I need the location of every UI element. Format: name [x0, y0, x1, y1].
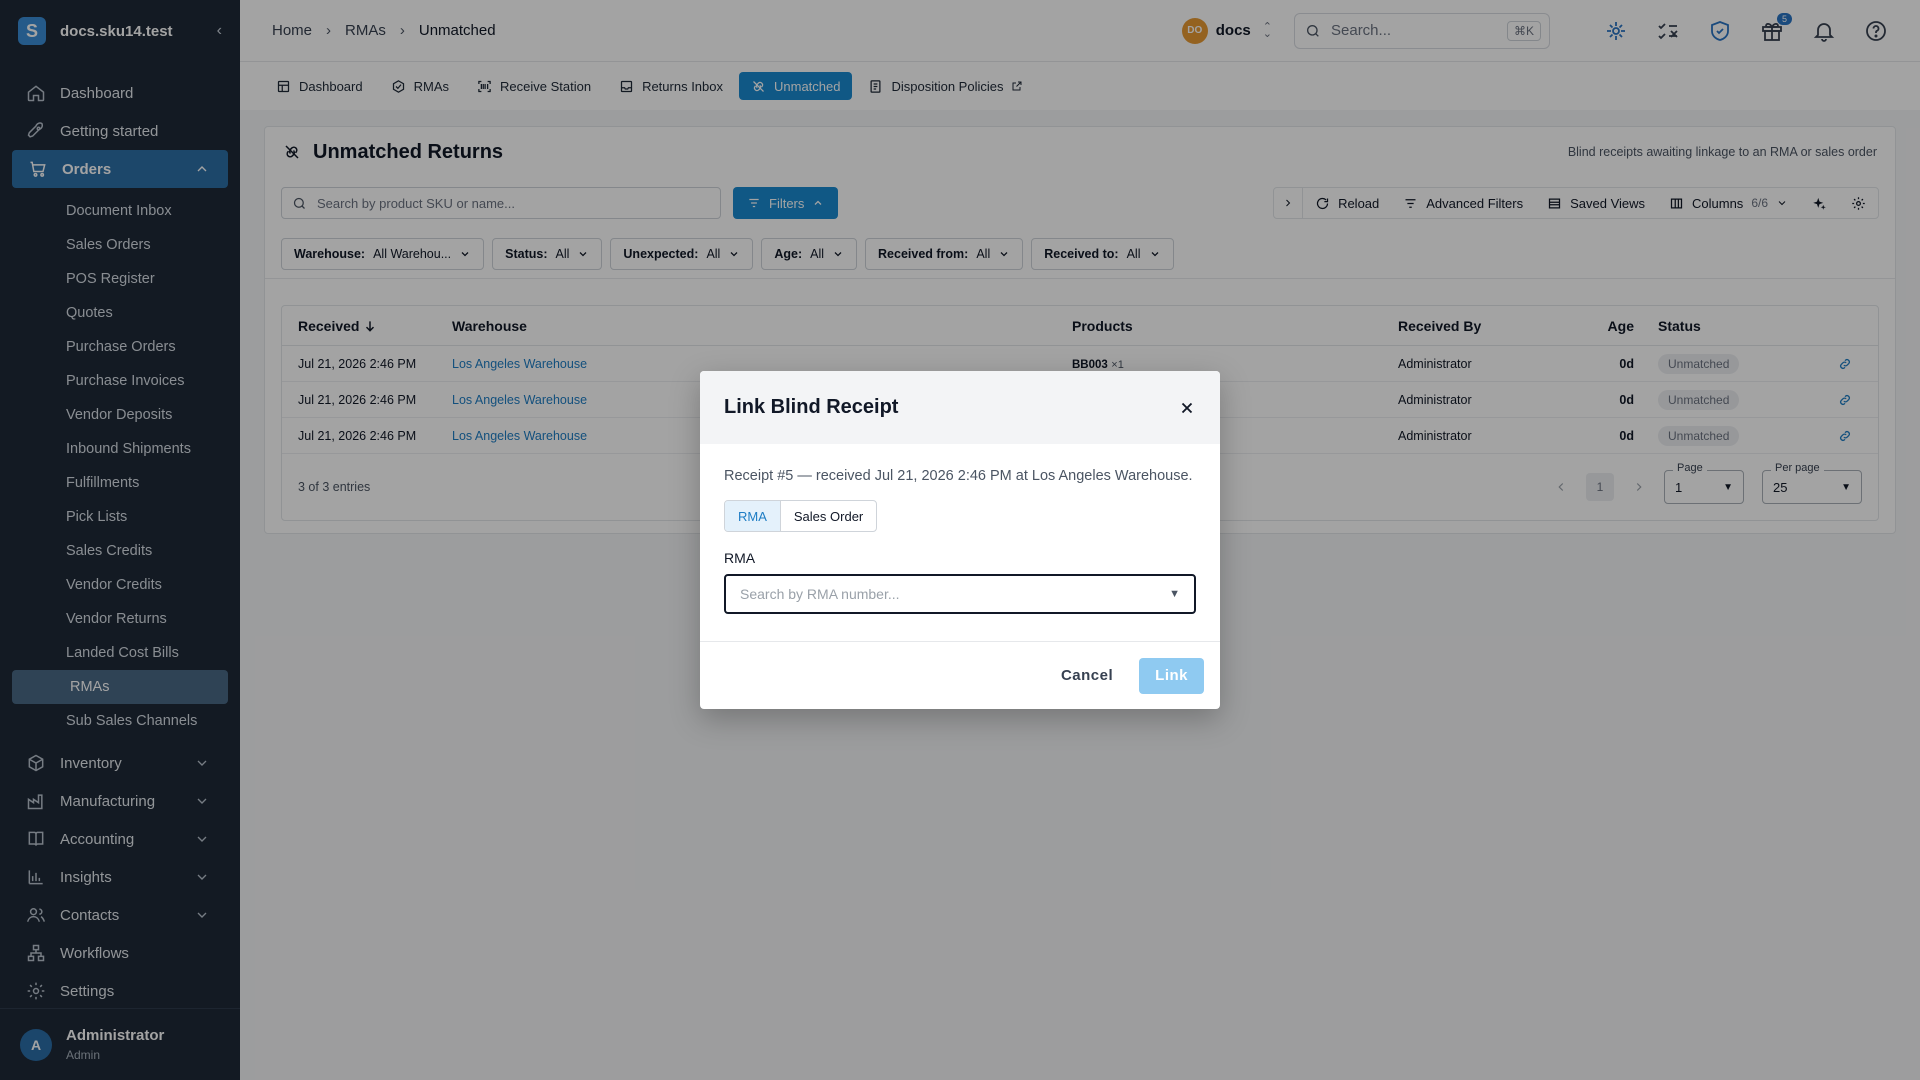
link-target-toggle: RMA Sales Order: [724, 500, 878, 532]
dialog-body: Receipt #5 — received Jul 21, 2026 2:46 …: [700, 444, 1220, 614]
dialog-footer: Cancel Link: [700, 641, 1220, 709]
cancel-button[interactable]: Cancel: [1053, 659, 1121, 692]
rma-field-label: RMA: [724, 550, 756, 566]
close-icon[interactable]: [1178, 399, 1196, 417]
link-button[interactable]: Link: [1139, 657, 1204, 694]
rma-search-placeholder: Search by RMA number...: [740, 586, 900, 602]
dialog-header: Link Blind Receipt: [700, 371, 1220, 444]
segment-rma[interactable]: RMA: [725, 501, 781, 531]
dialog-title: Link Blind Receipt: [724, 396, 899, 418]
segment-sales-order[interactable]: Sales Order: [781, 501, 876, 531]
link-blind-receipt-dialog: Link Blind Receipt Receipt #5 — received…: [700, 371, 1220, 709]
caret-down-icon: ▼: [1169, 588, 1180, 600]
receipt-description: Receipt #5 — received Jul 21, 2026 2:46 …: [724, 468, 1193, 484]
rma-search-select[interactable]: Search by RMA number... ▼: [724, 574, 1196, 614]
